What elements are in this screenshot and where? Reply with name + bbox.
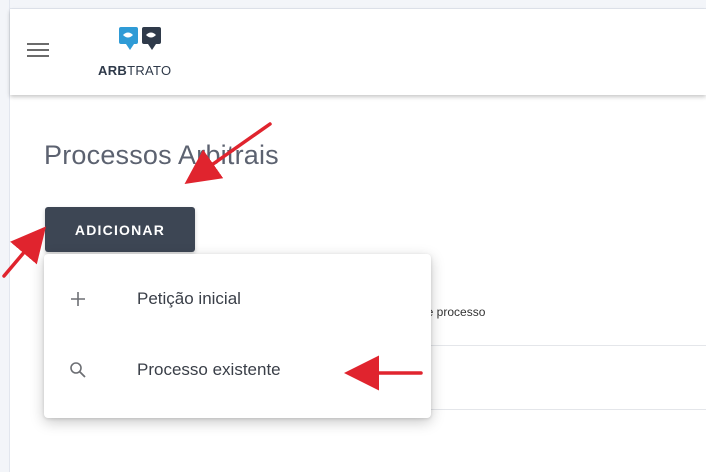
brand-logo[interactable]: ARBTRATO: [98, 23, 198, 83]
page-title: Processos Arbitrais: [44, 140, 279, 170]
menu-item-processo-existente[interactable]: Processo existente: [44, 345, 431, 395]
add-button[interactable]: ADICIONAR: [45, 207, 195, 252]
screenshot-frame-top: [0, 0, 706, 9]
menu-item-label: Petição inicial: [137, 289, 241, 308]
menu-item-label: Processo existente: [137, 360, 281, 379]
plus-icon: [71, 292, 85, 306]
search-icon: [70, 362, 86, 378]
table-divider: [430, 345, 706, 346]
table-divider: [430, 409, 706, 410]
screenshot-frame-left: [0, 0, 10, 472]
menu-item-peticao-inicial[interactable]: Petição inicial: [44, 274, 431, 324]
logo-wordmark: ARBTRATO: [98, 63, 172, 78]
hamburger-icon[interactable]: [27, 42, 49, 58]
app-bar: ARBTRATO: [10, 9, 706, 95]
logo-mark-icon: [119, 27, 161, 50]
add-dropdown-menu: Petição inicial Processo existente: [44, 254, 431, 418]
